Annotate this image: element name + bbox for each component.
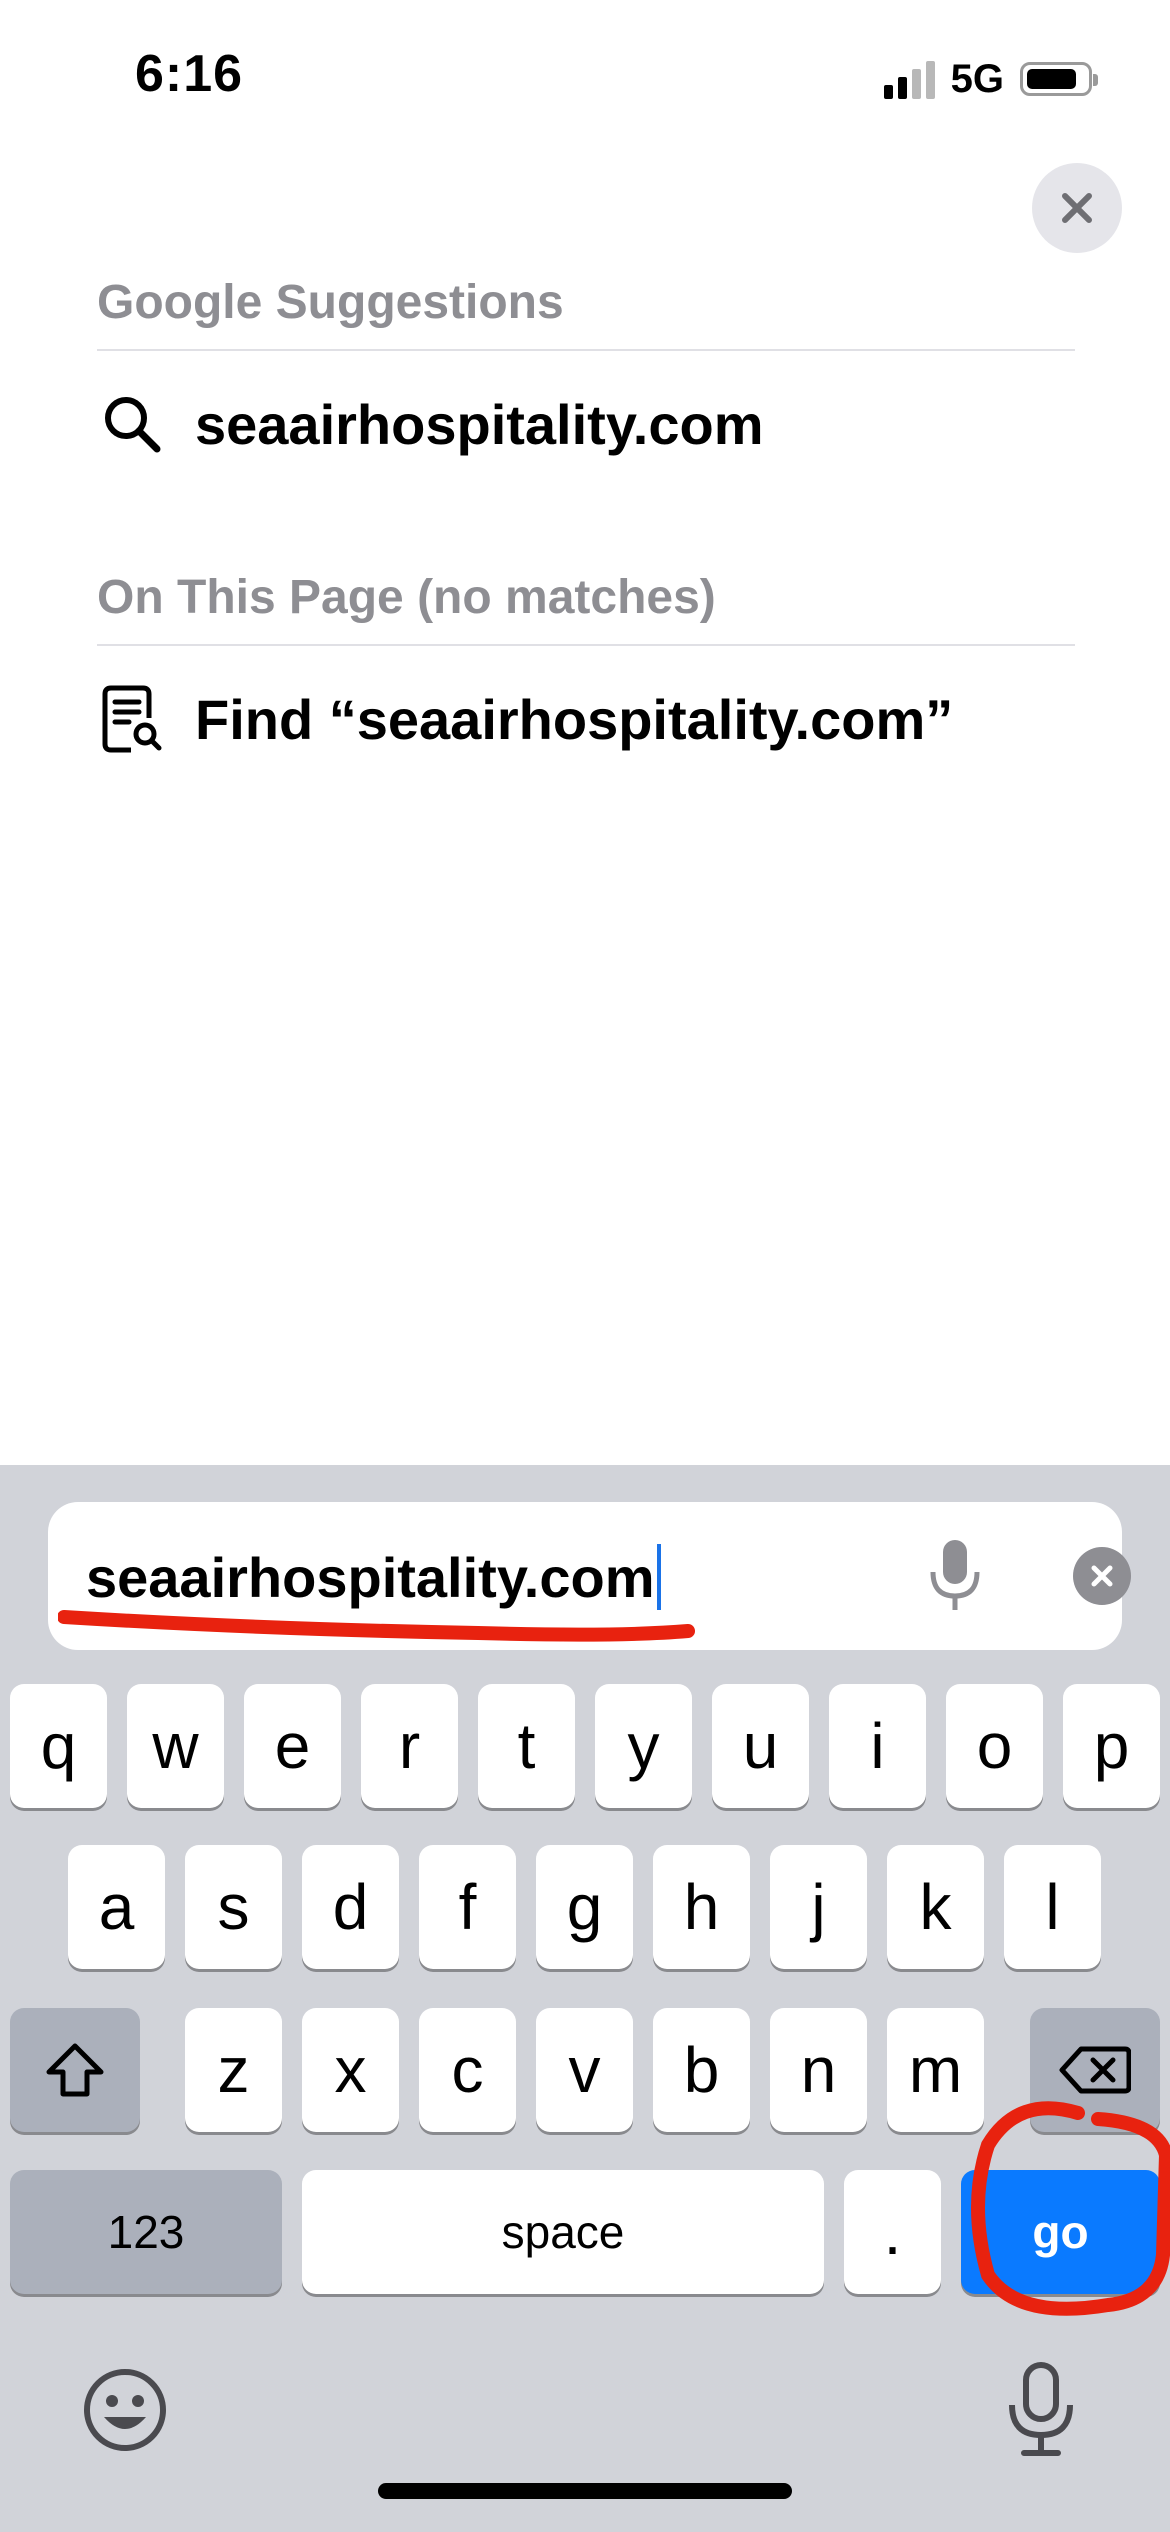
key-x[interactable]: x (302, 2008, 399, 2132)
status-time: 6:16 (135, 45, 244, 103)
find-in-page-icon (97, 684, 167, 754)
key-q[interactable]: q (10, 1684, 107, 1808)
close-icon (1062, 193, 1092, 223)
key-a[interactable]: a (68, 1845, 165, 1969)
suggestion-row[interactable]: seaairhospitality.com (97, 374, 764, 474)
battery-fill (1027, 69, 1077, 89)
section-header-on-this-page: On This Page (no matches) (97, 571, 716, 624)
key-s[interactable]: s (185, 1845, 282, 1969)
keyboard: seaairhospitality.com q w e r t y u i o … (0, 1465, 1170, 2532)
status-indicators: 5G (883, 54, 1098, 104)
key-w[interactable]: w (127, 1684, 224, 1808)
key-v[interactable]: v (536, 2008, 633, 2132)
key-r[interactable]: r (361, 1684, 458, 1808)
shift-icon (46, 2043, 104, 2097)
text-caret (656, 1544, 661, 1610)
emoji-icon (84, 2369, 166, 2451)
network-label: 5G (950, 56, 1004, 101)
key-k[interactable]: k (887, 1845, 984, 1969)
url-field-mic-button[interactable] (920, 1536, 990, 1616)
emoji-button[interactable] (80, 2365, 170, 2455)
key-e[interactable]: e (244, 1684, 341, 1808)
screen: 6:16 5G Google Suggestions seaairhospita… (0, 0, 1170, 2532)
key-b[interactable]: b (653, 2008, 750, 2132)
key-n[interactable]: n (770, 2008, 867, 2132)
divider (97, 644, 1075, 646)
url-input[interactable]: seaairhospitality.com (86, 1544, 661, 1610)
key-o[interactable]: o (946, 1684, 1043, 1808)
clear-icon (1091, 1565, 1113, 1587)
clear-button[interactable] (1073, 1547, 1131, 1605)
find-on-page-label: Find “seaairhospitality.com” (195, 687, 954, 751)
period-key[interactable]: . (844, 2170, 941, 2294)
close-button[interactable] (1032, 163, 1122, 253)
divider (97, 349, 1075, 351)
signal-icon (883, 59, 935, 99)
find-on-page-row[interactable]: Find “seaairhospitality.com” (97, 669, 953, 769)
numbers-key[interactable]: 123 (10, 2170, 282, 2294)
microphone-icon (930, 1540, 980, 1610)
backspace-icon (1059, 2046, 1131, 2094)
key-f[interactable]: f (419, 1845, 516, 1969)
key-u[interactable]: u (712, 1684, 809, 1808)
key-g[interactable]: g (536, 1845, 633, 1969)
circle-annotation (971, 2101, 1170, 2316)
key-z[interactable]: z (185, 2008, 282, 2132)
key-d[interactable]: d (302, 1845, 399, 1969)
shift-key[interactable] (10, 2008, 140, 2132)
url-input-value: seaairhospitality.com (86, 1545, 655, 1609)
underline-annotation (58, 1610, 695, 1642)
key-j[interactable]: j (770, 1845, 867, 1969)
search-icon (97, 389, 167, 459)
key-i[interactable]: i (829, 1684, 926, 1808)
key-p[interactable]: p (1063, 1684, 1160, 1808)
key-h[interactable]: h (653, 1845, 750, 1969)
key-t[interactable]: t (478, 1684, 575, 1808)
key-c[interactable]: c (419, 2008, 516, 2132)
space-key[interactable]: space (302, 2170, 824, 2294)
key-l[interactable]: l (1004, 1845, 1101, 1969)
section-header-google-suggestions: Google Suggestions (97, 276, 564, 329)
suggestion-label: seaairhospitality.com (195, 392, 764, 456)
home-indicator (378, 2483, 792, 2499)
key-y[interactable]: y (595, 1684, 692, 1808)
battery-icon (1020, 62, 1098, 96)
microphone-icon (1009, 2362, 1073, 2456)
dictation-button[interactable] (996, 2361, 1086, 2456)
